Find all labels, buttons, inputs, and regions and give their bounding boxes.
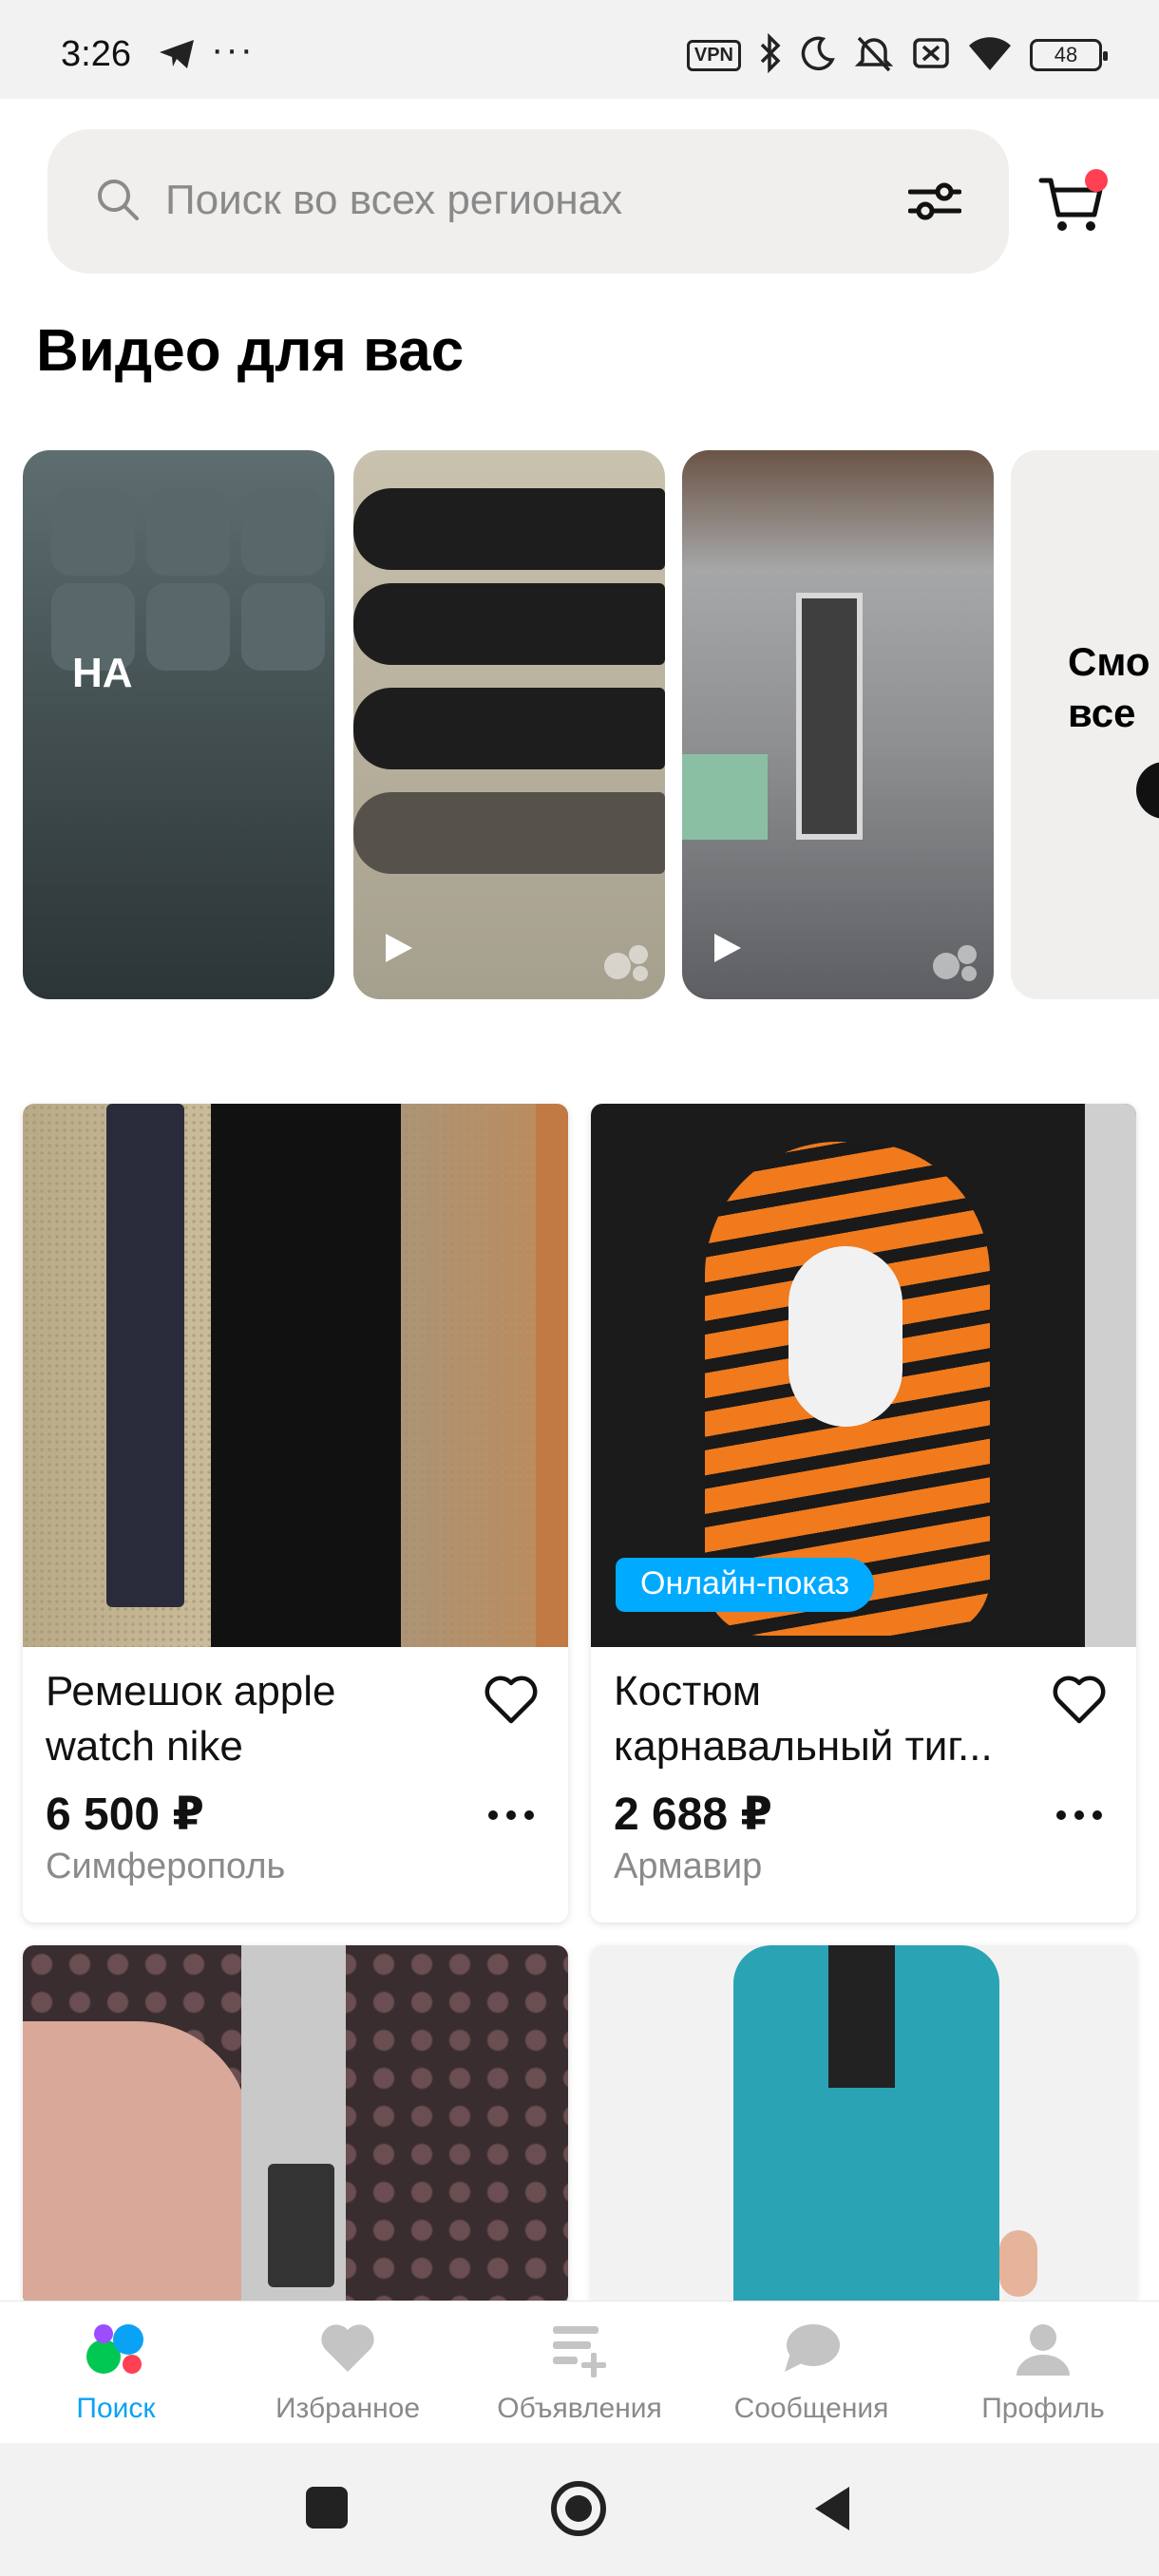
video-thumbnail: [682, 754, 768, 840]
play-icon: [384, 932, 414, 969]
play-icon: [712, 932, 743, 969]
see-all-line2: все: [1068, 691, 1136, 735]
video-card[interactable]: [682, 450, 994, 999]
search-app-icon: [83, 2320, 149, 2382]
nav-listings[interactable]: Объявления: [464, 2301, 695, 2444]
product-image[interactable]: Онлайн-показ: [591, 1104, 1136, 1647]
battery-icon: 48: [1030, 39, 1108, 71]
recent-apps-icon[interactable]: [306, 2487, 348, 2529]
favorite-heart-icon[interactable]: [483, 1674, 540, 1730]
videos-section-title: Видео для вас: [36, 318, 465, 384]
product-card[interactable]: Онлайн-показ Костюм карнавальный тиг... …: [591, 1104, 1136, 1923]
product-city: Симферополь: [46, 1847, 286, 1886]
product-price: 2 688 ₽: [614, 1790, 772, 1840]
product-card[interactable]: Ремешок apple watch nike 6 500 ₽ Симферо…: [23, 1104, 568, 1923]
video-thumbnail: [146, 583, 230, 671]
product-title: Костюм карнавальный тиг...: [614, 1664, 1032, 1774]
profile-icon: [1013, 2320, 1074, 2382]
video-thumbnail: [353, 488, 665, 570]
video-thumbnail: [353, 583, 665, 665]
product-image[interactable]: [23, 1945, 568, 2306]
nav-favorites-label: Избранное: [275, 2393, 421, 2424]
video-thumbnail: [241, 488, 325, 576]
heart-icon: [317, 2320, 378, 2380]
product-title-line2: карнавальный тиг...: [614, 1723, 993, 1770]
video-thumbnail: [51, 488, 135, 576]
see-all-videos-card[interactable]: Смо все: [1011, 450, 1159, 999]
video-thumbnail: [353, 792, 665, 874]
see-all-label: Смо все: [1068, 636, 1150, 739]
listings-add-icon: [549, 2320, 610, 2382]
video-thumbnail: [353, 688, 665, 769]
product-image[interactable]: [591, 1945, 1136, 2306]
search-placeholder[interactable]: Поиск во всех регионах: [165, 177, 622, 224]
nav-messages-label: Сообщения: [733, 2393, 889, 2424]
video-overlay-text: НА: [72, 650, 133, 696]
back-icon[interactable]: [811, 2485, 853, 2537]
wifi-icon: [967, 34, 1013, 77]
nav-profile[interactable]: Профиль: [927, 2301, 1159, 2444]
nav-favorites[interactable]: Избранное: [232, 2301, 464, 2444]
home-icon[interactable]: [551, 2481, 606, 2536]
more-notifications-icon: ···: [211, 28, 255, 70]
video-thumbnail: [241, 583, 325, 671]
cluster-icon: [598, 939, 654, 988]
online-show-badge: Онлайн-показ: [616, 1558, 875, 1612]
moon-icon: [800, 35, 836, 76]
cluster-icon: [927, 939, 982, 988]
product-image[interactable]: [23, 1104, 568, 1647]
status-time: 3:26: [61, 34, 131, 74]
product-price: 6 500 ₽: [46, 1790, 204, 1840]
video-card[interactable]: [353, 450, 665, 999]
see-all-line1: Смо: [1068, 639, 1150, 684]
more-options-icon[interactable]: [486, 1809, 536, 1827]
mute-icon: [853, 32, 895, 79]
video-thumbnail: [796, 593, 863, 840]
product-card[interactable]: [23, 1945, 568, 2306]
telegram-icon: [158, 38, 196, 75]
nav-profile-label: Профиль: [981, 2393, 1105, 2424]
no-sim-icon: [912, 34, 950, 77]
video-thumbnail: [146, 488, 230, 576]
cart-notification-dot: [1085, 169, 1108, 192]
status-icons: VPN 48: [686, 32, 1108, 79]
nav-search[interactable]: Поиск: [0, 2301, 232, 2444]
bottom-navigation: Поиск Избранное Объявления Сообщения Про…: [0, 2301, 1159, 2443]
more-options-icon[interactable]: [1054, 1809, 1104, 1827]
arrow-right-icon: [1136, 762, 1159, 819]
nav-listings-label: Объявления: [497, 2393, 662, 2424]
product-title-line2: watch nike: [46, 1723, 243, 1770]
video-card[interactable]: НА: [23, 450, 334, 999]
chat-bubble-icon: [781, 2320, 842, 2382]
nav-search-label: Поиск: [76, 2393, 156, 2424]
product-title-line1: Костюм: [614, 1668, 762, 1714]
system-navigation-bar: [0, 2443, 1159, 2576]
search-bar[interactable]: Поиск во всех регионах: [48, 129, 1009, 274]
status-bar: 3:26 ··· VPN 48: [0, 0, 1159, 99]
vpn-icon: VPN: [686, 39, 741, 71]
product-title: Ремешок apple watch nike: [46, 1664, 464, 1774]
product-city: Армавир: [614, 1847, 763, 1886]
search-icon: [95, 177, 141, 227]
product-title-line1: Ремешок apple: [46, 1668, 336, 1714]
favorite-heart-icon[interactable]: [1051, 1674, 1108, 1730]
nav-messages[interactable]: Сообщения: [695, 2301, 927, 2444]
product-card[interactable]: [591, 1945, 1136, 2306]
bluetooth-icon: [758, 32, 783, 78]
filter-icon[interactable]: [907, 179, 962, 229]
